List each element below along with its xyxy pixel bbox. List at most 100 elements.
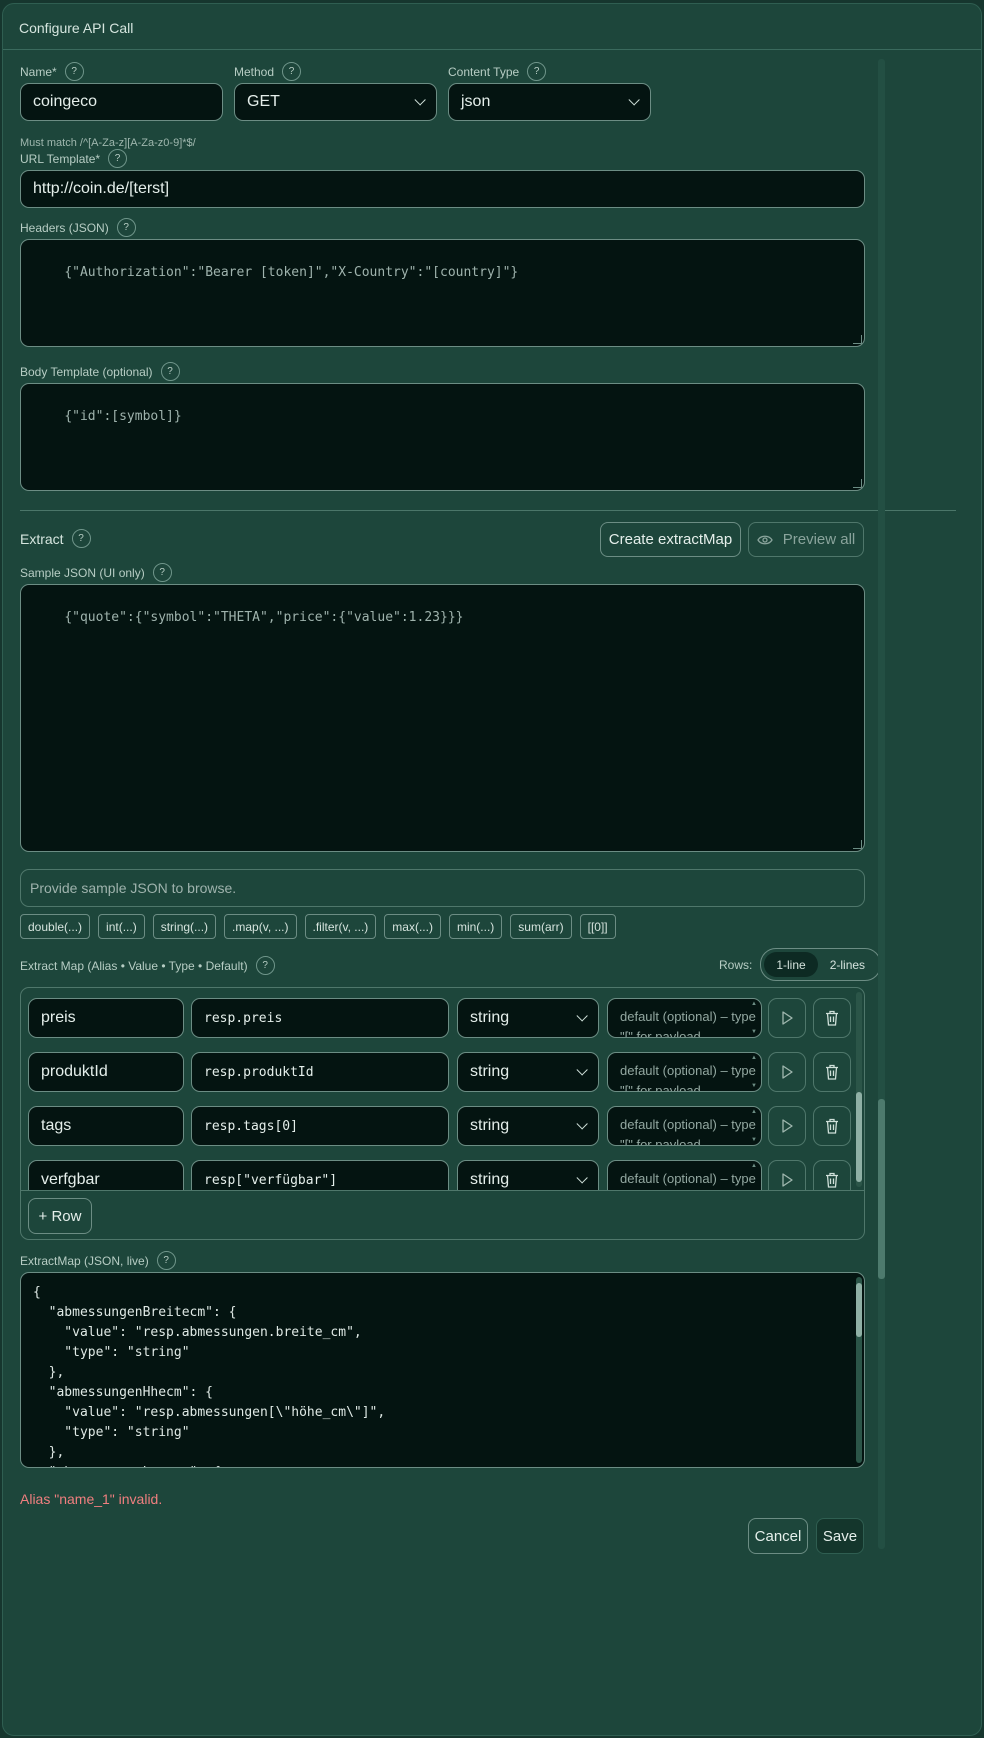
chip-int[interactable]: int(...)	[98, 914, 145, 939]
extract-label-row: Extract ?	[20, 529, 91, 548]
modal-header: Configure API Call	[3, 4, 981, 50]
default-input[interactable]: default (optional) – type "[" for payloa…	[607, 998, 762, 1038]
spinner[interactable]: ▲▼	[751, 1001, 759, 1035]
chevron-down-icon	[576, 1172, 588, 1184]
chip-map[interactable]: .map(v, ...)	[224, 914, 297, 939]
run-button[interactable]	[768, 998, 806, 1038]
alias-input[interactable]: verfgbar	[28, 1160, 184, 1190]
help-icon[interactable]: ?	[152, 563, 172, 582]
type-select[interactable]: string	[457, 1052, 599, 1092]
type-value: string	[470, 1063, 510, 1080]
default-placeholder: default (optional) – type "[" for payloa…	[620, 1009, 756, 1038]
chip-sum[interactable]: sum(arr)	[510, 914, 572, 939]
chip-string[interactable]: string(...)	[152, 914, 217, 939]
sample-json-label: Sample JSON (UI only)	[20, 565, 145, 580]
preview-all-button[interactable]: Preview all	[748, 522, 864, 557]
spinner[interactable]: ▲▼	[751, 1055, 759, 1089]
type-select[interactable]: string	[457, 998, 599, 1038]
value-input[interactable]: resp.preis	[191, 998, 449, 1038]
scroll-thumb[interactable]	[856, 1283, 862, 1337]
extract-map-panel: preis resp.preis string default (optiona…	[20, 987, 865, 1240]
type-value: string	[470, 1171, 510, 1188]
cancel-button[interactable]: Cancel	[748, 1518, 808, 1554]
extractmap-json-textarea[interactable]: { "abmessungenBreitecm": { "value": "res…	[20, 1272, 865, 1468]
url-input[interactable]: http://coin.de/[terst]	[20, 170, 865, 208]
value-input[interactable]: resp.produktId	[191, 1052, 449, 1092]
content-type-select[interactable]: json	[448, 83, 651, 121]
extractmap-json-value: { "abmessungenBreitecm": { "value": "res…	[33, 1285, 386, 1467]
delete-row-button[interactable]	[813, 998, 851, 1038]
delete-row-button[interactable]	[813, 1106, 851, 1146]
configure-api-call-modal: Configure API Call Name* ? coingeco Must…	[2, 3, 982, 1736]
default-input[interactable]: default (optional) – type "[" for payloa…	[607, 1106, 762, 1146]
trash-icon	[826, 1172, 838, 1188]
chip-index[interactable]: [[0]]	[579, 914, 616, 939]
rows-scrollbar[interactable]	[856, 992, 862, 1187]
preview-all-label: Preview all	[782, 531, 856, 548]
default-placeholder: default (optional) – type "[" for payloa…	[620, 1171, 756, 1186]
resize-handle[interactable]	[853, 479, 862, 488]
run-button[interactable]	[768, 1052, 806, 1092]
rows-option-1-line[interactable]: 1-line	[764, 952, 818, 977]
run-button[interactable]	[768, 1160, 806, 1190]
name-input[interactable]: coingeco	[20, 83, 223, 121]
rows-label: Rows:	[719, 957, 753, 972]
create-extractmap-button[interactable]: Create extractMap	[600, 522, 741, 557]
alias-input[interactable]: tags	[28, 1106, 184, 1146]
help-icon[interactable]: ?	[108, 149, 128, 168]
value-input[interactable]: resp["verfügbar"]	[191, 1160, 449, 1190]
default-input[interactable]: default (optional) – type "[" for payloa…	[607, 1160, 762, 1190]
help-icon[interactable]: ?	[255, 956, 275, 975]
help-icon[interactable]: ?	[71, 529, 91, 548]
help-icon[interactable]: ?	[527, 62, 547, 81]
body-textarea[interactable]: {"id":[symbol]}	[20, 383, 865, 491]
chip-double[interactable]: double(...)	[20, 914, 91, 939]
spinner[interactable]: ▲▼	[751, 1109, 759, 1143]
help-icon[interactable]: ?	[156, 1251, 176, 1270]
chip-max[interactable]: max(...)	[384, 914, 441, 939]
type-select[interactable]: string	[457, 1160, 599, 1190]
extract-map-row: tags resp.tags[0] string default (option…	[21, 1099, 864, 1153]
trash-icon	[826, 1064, 838, 1080]
sample-json-textarea[interactable]: {"quote":{"symbol":"THETA","price":{"val…	[20, 584, 865, 852]
method-label-row: Method ?	[234, 62, 302, 81]
rows-option-2-lines[interactable]: 2-lines	[818, 952, 877, 977]
run-button[interactable]	[768, 1106, 806, 1146]
save-button[interactable]: Save	[816, 1518, 864, 1554]
default-placeholder: default (optional) – type "[" for payloa…	[620, 1063, 756, 1092]
alias-input[interactable]: produktId	[28, 1052, 184, 1092]
play-icon	[782, 1173, 793, 1187]
method-label: Method	[234, 64, 275, 79]
default-input[interactable]: default (optional) – type "[" for payloa…	[607, 1052, 762, 1092]
scroll-thumb[interactable]	[856, 1092, 862, 1182]
headers-label: Headers (JSON)	[20, 220, 109, 235]
method-select[interactable]: GET	[234, 83, 437, 121]
spinner[interactable]: ▲▼	[751, 1163, 759, 1190]
type-select[interactable]: string	[457, 1106, 599, 1146]
headers-textarea[interactable]: {"Authorization":"Bearer [token]","X-Cou…	[20, 239, 865, 347]
page-scrollbar[interactable]	[878, 59, 885, 1549]
resize-handle[interactable]	[853, 840, 862, 849]
chip-filter[interactable]: .filter(v, ...)	[304, 914, 377, 939]
modal-title: Configure API Call	[19, 20, 134, 36]
play-icon	[782, 1119, 793, 1133]
body-label-row: Body Template (optional) ?	[20, 362, 180, 381]
scroll-thumb[interactable]	[878, 1099, 885, 1279]
chevron-down-icon	[628, 94, 640, 106]
add-row-button[interactable]: + Row	[28, 1198, 92, 1234]
help-icon[interactable]: ?	[116, 218, 136, 237]
help-icon[interactable]: ?	[64, 62, 84, 81]
delete-row-button[interactable]	[813, 1160, 851, 1190]
chip-min[interactable]: min(...)	[448, 914, 503, 939]
value-input[interactable]: resp.tags[0]	[191, 1106, 449, 1146]
resize-handle[interactable]	[853, 335, 862, 344]
json-scrollbar[interactable]	[856, 1277, 862, 1463]
validation-error: Alias "name_1" invalid.	[20, 1491, 163, 1507]
alias-input[interactable]: preis	[28, 998, 184, 1038]
url-label: URL Template*	[20, 151, 101, 166]
content-type-label: Content Type	[448, 64, 520, 79]
delete-row-button[interactable]	[813, 1052, 851, 1092]
help-icon[interactable]: ?	[160, 362, 180, 381]
help-icon[interactable]: ?	[282, 62, 302, 81]
play-icon	[782, 1011, 793, 1025]
